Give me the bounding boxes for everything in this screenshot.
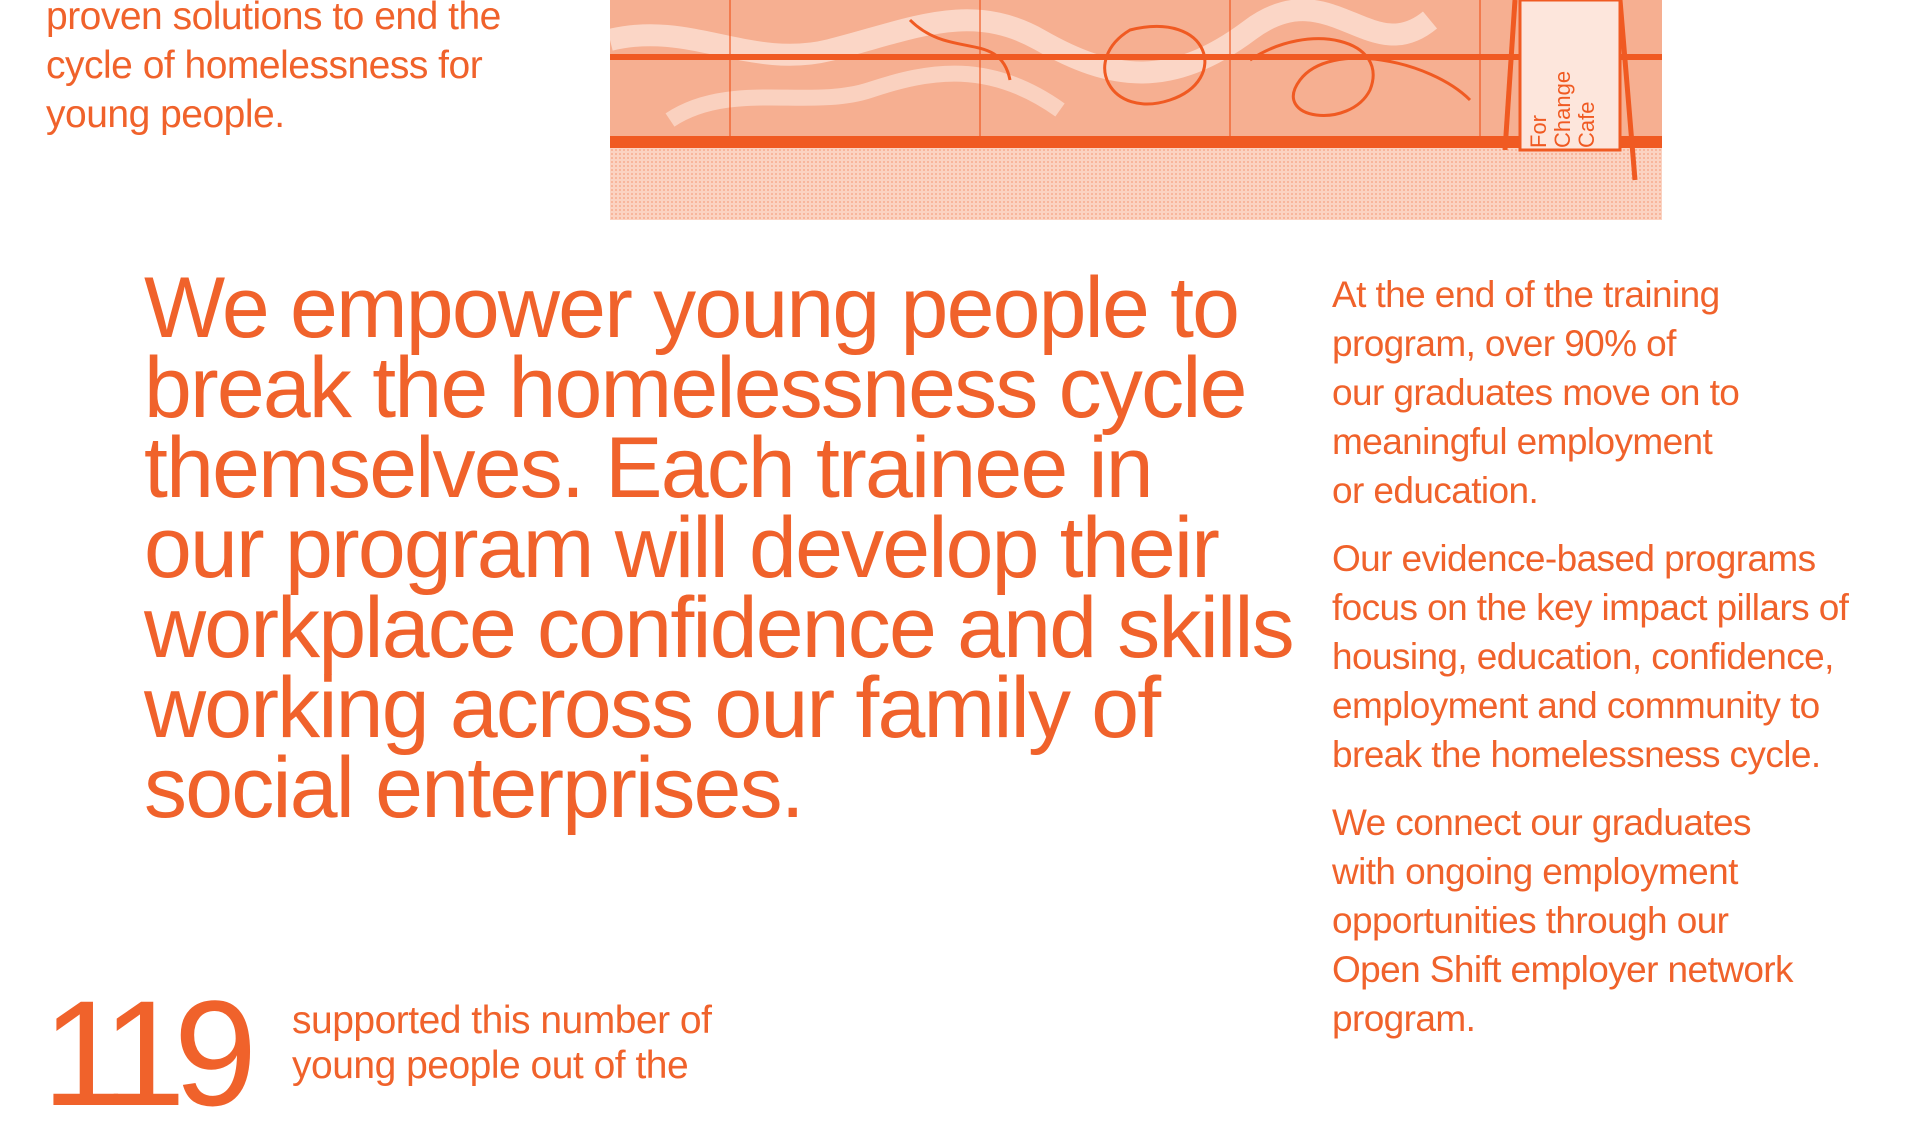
impact-paragraph-pillars: Our evidence-based programs focus on the…: [1332, 534, 1892, 779]
paragraph-line: or education.: [1332, 470, 1539, 511]
statement-line: social enterprises.: [144, 740, 805, 836]
paragraph-line: Our evidence-based programs: [1332, 538, 1816, 579]
stat-description-line: young people out of the: [292, 1044, 689, 1087]
stat-number: 119: [42, 969, 257, 1137]
cafe-photo-illustration: For Change Cafe: [610, 0, 1662, 220]
paragraph-line: meaningful employment: [1332, 421, 1713, 462]
paragraph-line: employment and community to: [1332, 685, 1820, 726]
sign-text-line: Change: [1550, 71, 1575, 148]
paragraph-line: We connect our graduates: [1332, 802, 1752, 843]
intro-line: young people.: [46, 93, 285, 136]
paragraph-line: break the homelessness cycle.: [1332, 734, 1821, 775]
paragraph-line: Open Shift employer network: [1332, 949, 1794, 990]
intro-line: cycle of homelessness for: [46, 44, 483, 87]
paragraph-line: program.: [1332, 998, 1476, 1039]
mission-statement: We empower young people to break the hom…: [144, 265, 1304, 831]
paragraph-line: opportunities through our: [1332, 900, 1729, 941]
paragraph-line: At the end of the training: [1332, 274, 1720, 315]
sign-text-line: For: [1526, 115, 1551, 148]
sign-text-line: Cafe: [1574, 102, 1599, 148]
cafe-photo: For Change Cafe: [610, 0, 1662, 220]
paragraph-line: program, over 90% of: [1332, 323, 1676, 364]
intro-text: proven solutions to end the cycle of hom…: [46, 0, 566, 139]
impact-column: At the end of the training program, over…: [1332, 270, 1892, 1062]
intro-line: proven solutions to end the: [46, 0, 501, 38]
impact-paragraph-open-shift: We connect our graduates with ongoing em…: [1332, 798, 1892, 1043]
stat-description: supported this number of young people ou…: [292, 998, 852, 1088]
stat-description-line: supported this number of: [292, 999, 712, 1042]
paragraph-line: our graduates move on to: [1332, 372, 1740, 413]
paragraph-line: with ongoing employment: [1332, 851, 1738, 892]
paragraph-line: housing, education, confidence,: [1332, 636, 1834, 677]
impact-paragraph-graduates: At the end of the training program, over…: [1332, 270, 1892, 515]
paragraph-line: focus on the key impact pillars of: [1332, 587, 1849, 628]
